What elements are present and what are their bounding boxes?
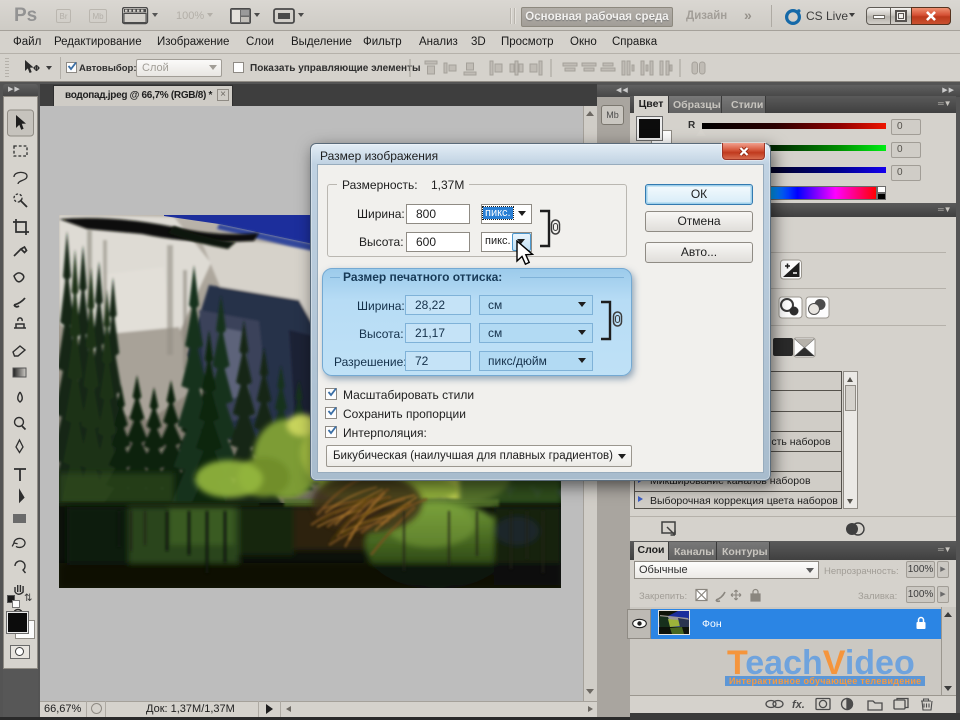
svg-text:fx.: fx. — [792, 699, 805, 711]
